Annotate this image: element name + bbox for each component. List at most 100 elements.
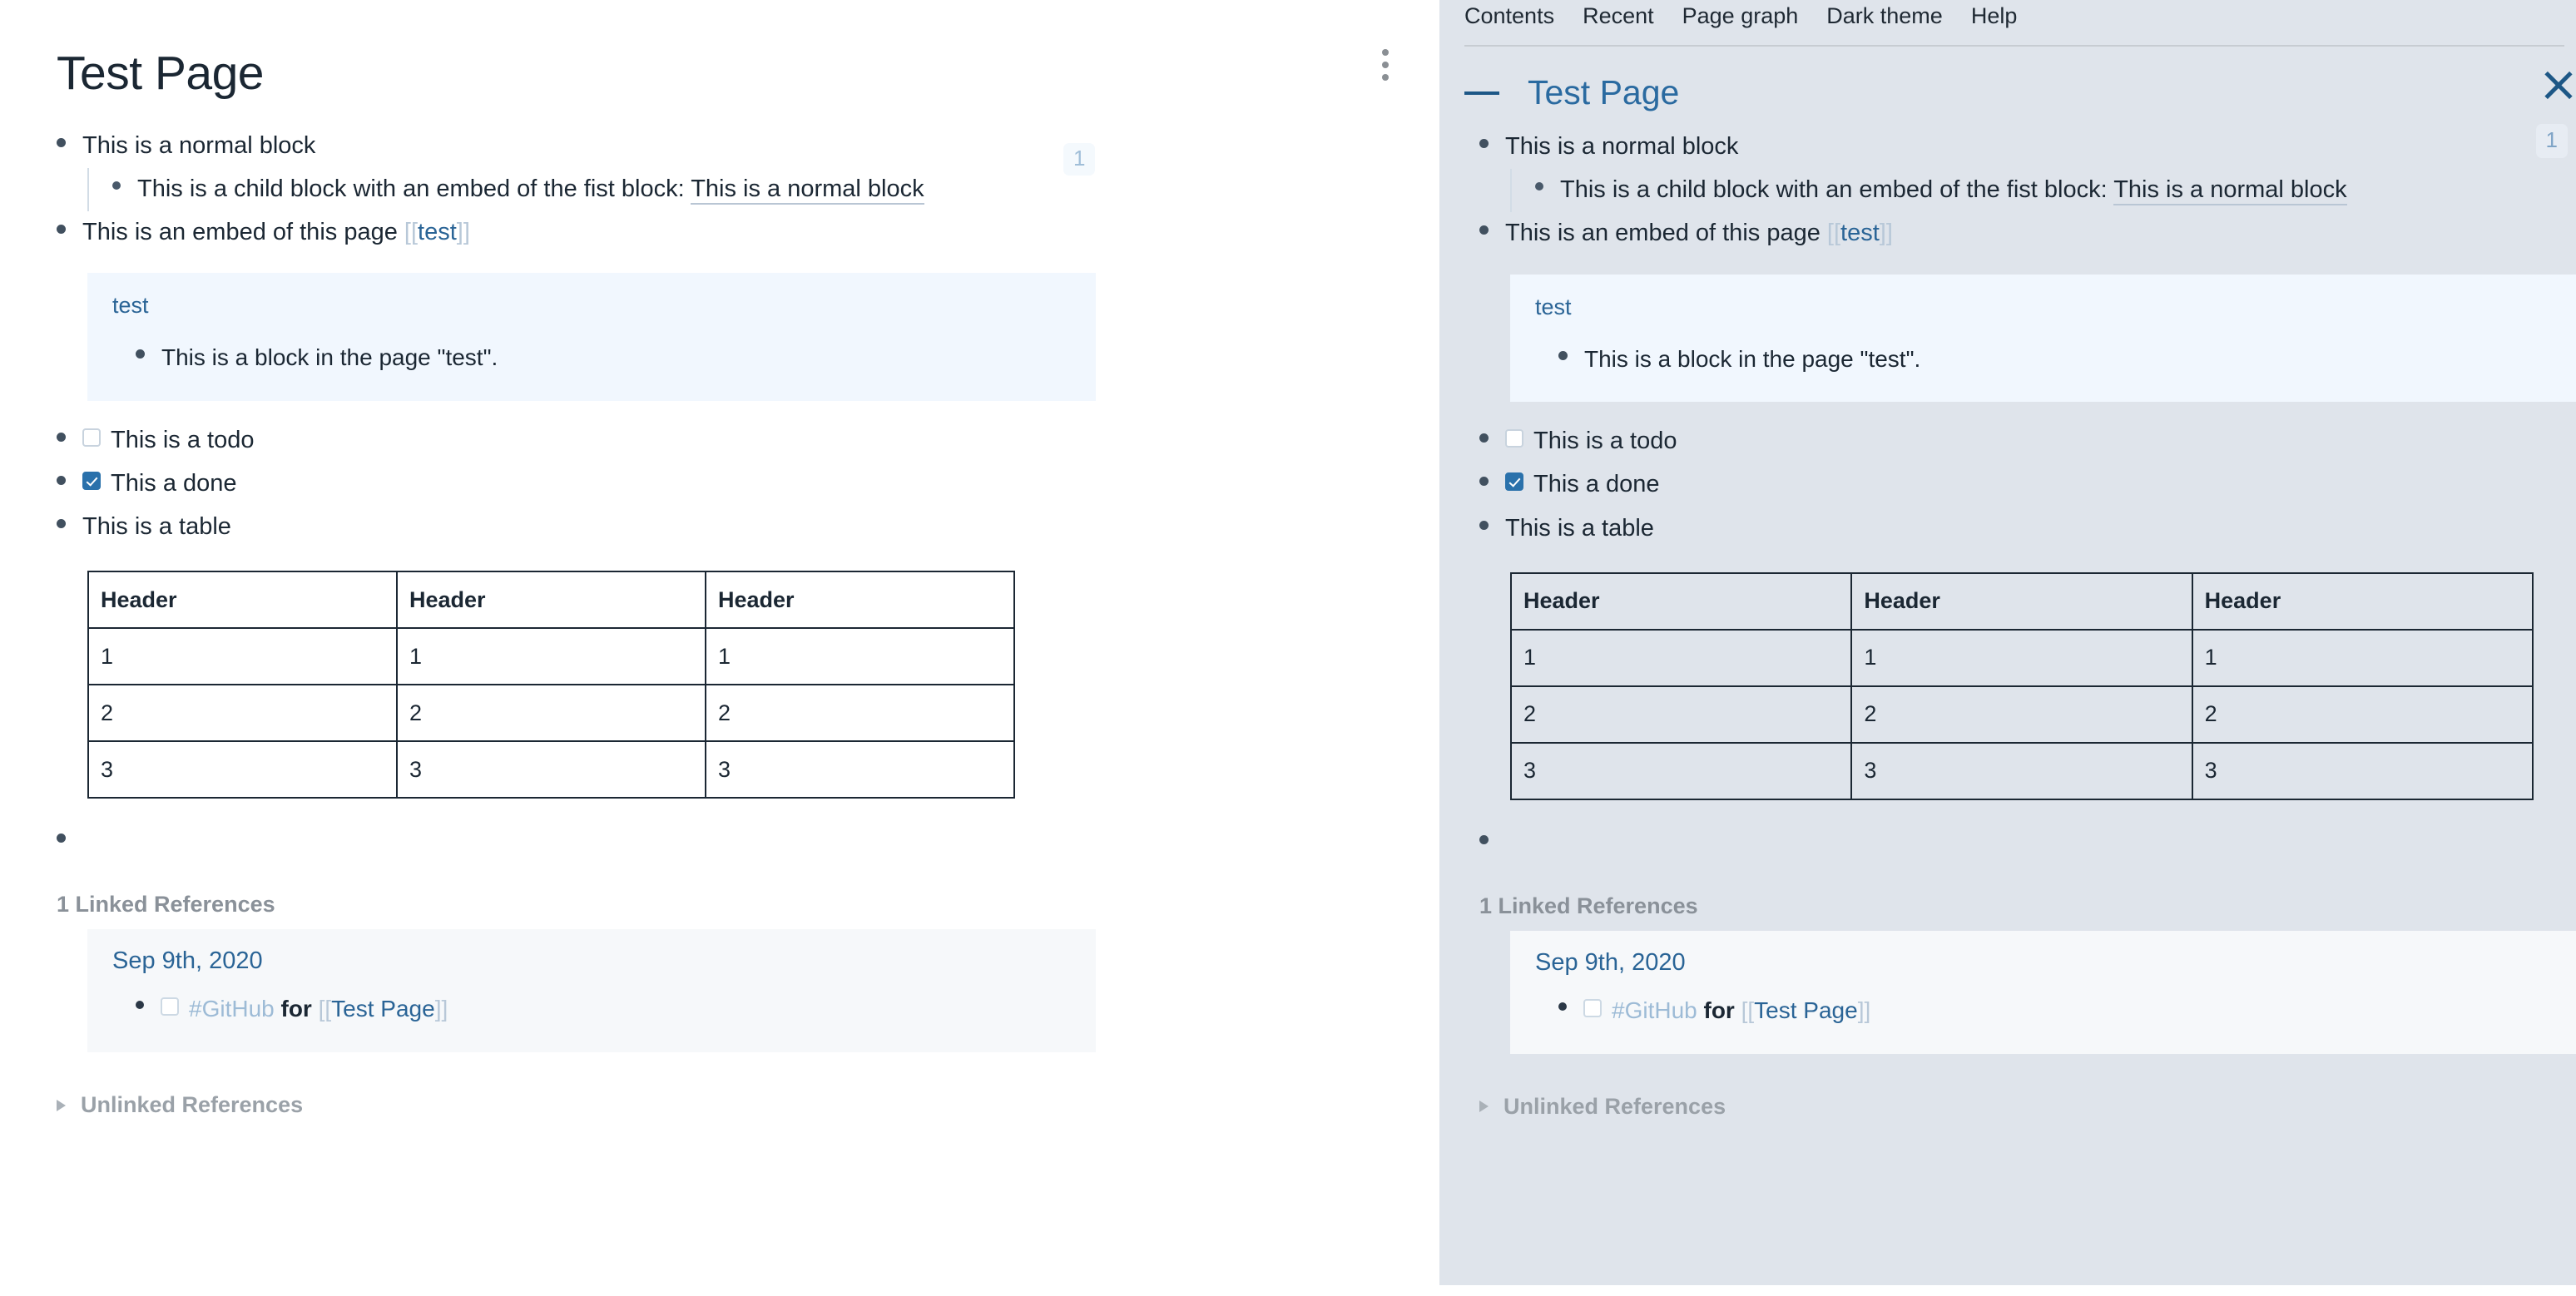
table-cell: 3 (87, 740, 398, 799)
reference-block[interactable]: #GitHub for [[Test Page]] (1535, 990, 2567, 1032)
block-child[interactable]: This is a child block with an embed of t… (1535, 169, 2576, 212)
page-link[interactable]: test (418, 219, 457, 245)
block-text: This is a normal block (82, 131, 316, 159)
bullet-icon[interactable] (1479, 225, 1489, 235)
bullet-icon[interactable] (57, 137, 66, 147)
todo-checkbox-unchecked[interactable] (1505, 429, 1523, 448)
table-cell: 1 (396, 627, 706, 686)
bullet-icon[interactable] (57, 432, 66, 442)
kebab-dot (1382, 62, 1389, 68)
block-text: This a done (111, 469, 237, 497)
nav-item-dark-theme[interactable]: Dark theme (1826, 0, 1943, 32)
page-link[interactable]: Test Page (331, 996, 435, 1021)
table-cell: 2 (1509, 685, 1853, 744)
table-header-cell: Header (1509, 571, 1853, 631)
bullet-icon[interactable] (1558, 350, 1568, 360)
bullet-icon[interactable] (136, 349, 145, 359)
block-page-embed[interactable]: This is an embed of this page [[test]] (1479, 212, 2576, 255)
bullet-icon[interactable] (1535, 182, 1543, 191)
table-header-row: Header Header Header (87, 571, 1015, 630)
bullet-icon[interactable] (1479, 433, 1489, 443)
bullet-icon[interactable] (1479, 139, 1489, 148)
right-sidebar-panel: Contents Recent Page graph Dark theme He… (1439, 0, 2576, 1285)
table-header-cell: Header (1850, 571, 2193, 631)
embed-page-title[interactable]: test (1535, 294, 2567, 320)
block-empty[interactable] (1479, 822, 2576, 875)
page-menu-kebab-icon[interactable] (1375, 47, 1396, 83)
nav-item-contents[interactable]: Contents (1464, 0, 1554, 32)
reference-date-link[interactable]: Sep 9th, 2020 (112, 947, 1071, 975)
table-row: 1 1 1 (87, 627, 1015, 686)
unlinked-references-toggle[interactable]: Unlinked References (57, 1092, 1398, 1118)
reference-block[interactable]: #GitHub for [[Test Page]] (112, 988, 1071, 1031)
table-header-cell: Header (705, 571, 1015, 630)
bullet-icon[interactable] (1479, 477, 1489, 487)
block-done[interactable]: This a done (57, 463, 1398, 506)
table-cell: 2 (1850, 685, 2193, 744)
bullet-icon[interactable] (57, 833, 66, 843)
todo-checkbox-unchecked[interactable] (82, 428, 101, 447)
bullet-icon[interactable] (57, 519, 66, 529)
reference-date-link[interactable]: Sep 9th, 2020 (1535, 949, 2567, 977)
block-reference-link[interactable]: This is a normal block (2113, 176, 2347, 206)
nav-item-help[interactable]: Help (1971, 0, 2018, 32)
unlinked-references-title: Unlinked References (1503, 1093, 1726, 1119)
block-text: This is a table (1505, 514, 1654, 542)
reference-checkbox-unchecked[interactable] (161, 997, 179, 1017)
block-text: This is a table (82, 513, 231, 541)
linked-references-title: 1 Linked References (57, 892, 275, 918)
embed-block[interactable]: This is a block in the page "test". (112, 337, 1071, 379)
chevron-right-icon (1479, 1101, 1489, 1113)
todo-checkbox-checked[interactable] (1505, 472, 1523, 492)
block-table-intro[interactable]: This is a table (1479, 507, 2576, 551)
main-document-panel: Test Page 1 This is a normal block This … (0, 0, 1448, 1296)
kebab-dot (1382, 74, 1389, 81)
app-root: Test Page 1 This is a normal block This … (0, 0, 2576, 1296)
block-child[interactable]: This is a child block with an embed of t… (112, 168, 1398, 211)
unlinked-references-title: Unlinked References (81, 1092, 304, 1118)
link-open-bracket: [[ (1826, 220, 1841, 247)
block-todo[interactable]: This is a todo (1479, 420, 2576, 463)
table-cell: 1 (1509, 628, 1853, 687)
table-row: 2 2 2 (1509, 685, 2534, 744)
block-normal[interactable]: This is a normal block (57, 125, 1398, 168)
bullet-icon[interactable] (1558, 1002, 1567, 1011)
bullet-icon[interactable] (57, 475, 66, 485)
reference-checkbox-unchecked[interactable] (1583, 998, 1602, 1017)
embed-prefix-text: This is an embed of this page (82, 218, 404, 245)
page-link[interactable]: test (1840, 220, 1880, 246)
linked-reference-card: Sep 9th, 2020 #GitHub for [[Test Page]] (1510, 930, 2576, 1054)
table-cell: 2 (396, 684, 706, 743)
block-text: This is an embed of this page [[test]] (1505, 212, 1893, 255)
block-todo[interactable]: This is a todo (57, 419, 1398, 463)
bullet-icon[interactable] (112, 181, 121, 190)
minus-icon[interactable] (1464, 91, 1499, 95)
close-icon[interactable] (2538, 67, 2574, 103)
bullet-icon[interactable] (1479, 834, 1489, 844)
block-text: This is a child block with an embed of t… (137, 168, 924, 211)
block-table-intro[interactable]: This is a table (57, 506, 1398, 549)
data-table: Header Header Header 1 1 1 2 2 2 3 3 3 (87, 571, 1015, 799)
bullet-icon[interactable] (136, 1001, 144, 1010)
link-open-bracket: [[ (404, 218, 419, 245)
block-reference-link[interactable]: This is a normal block (691, 175, 924, 205)
nav-item-recent[interactable]: Recent (1583, 0, 1654, 32)
page-link[interactable]: Test Page (1754, 997, 1858, 1023)
block-page-embed[interactable]: This is an embed of this page [[test]] (57, 211, 1398, 255)
block-done[interactable]: This a done (1479, 463, 2576, 507)
hashtag-link[interactable]: #GitHub (1612, 997, 1697, 1023)
embed-block[interactable]: This is a block in the page "test". (1535, 339, 2567, 381)
nav-item-page-graph[interactable]: Page graph (1682, 0, 1799, 32)
block-empty[interactable] (57, 820, 1398, 873)
link-close-bracket: ]] (434, 996, 448, 1022)
sidebar-page-title[interactable]: Test Page (1528, 73, 1679, 112)
bullet-icon[interactable] (57, 224, 66, 234)
table-row: 2 2 2 (87, 684, 1015, 743)
hashtag-link[interactable]: #GitHub (189, 996, 275, 1021)
bullet-icon[interactable] (1479, 520, 1489, 530)
todo-checkbox-checked[interactable] (82, 471, 101, 490)
unlinked-references-toggle[interactable]: Unlinked References (1479, 1094, 2576, 1120)
embed-page-title[interactable]: test (112, 293, 1071, 319)
block-normal[interactable]: This is a normal block (1479, 126, 2576, 169)
linked-reference-card: Sep 9th, 2020 #GitHub for [[Test Page]] (87, 929, 1096, 1053)
